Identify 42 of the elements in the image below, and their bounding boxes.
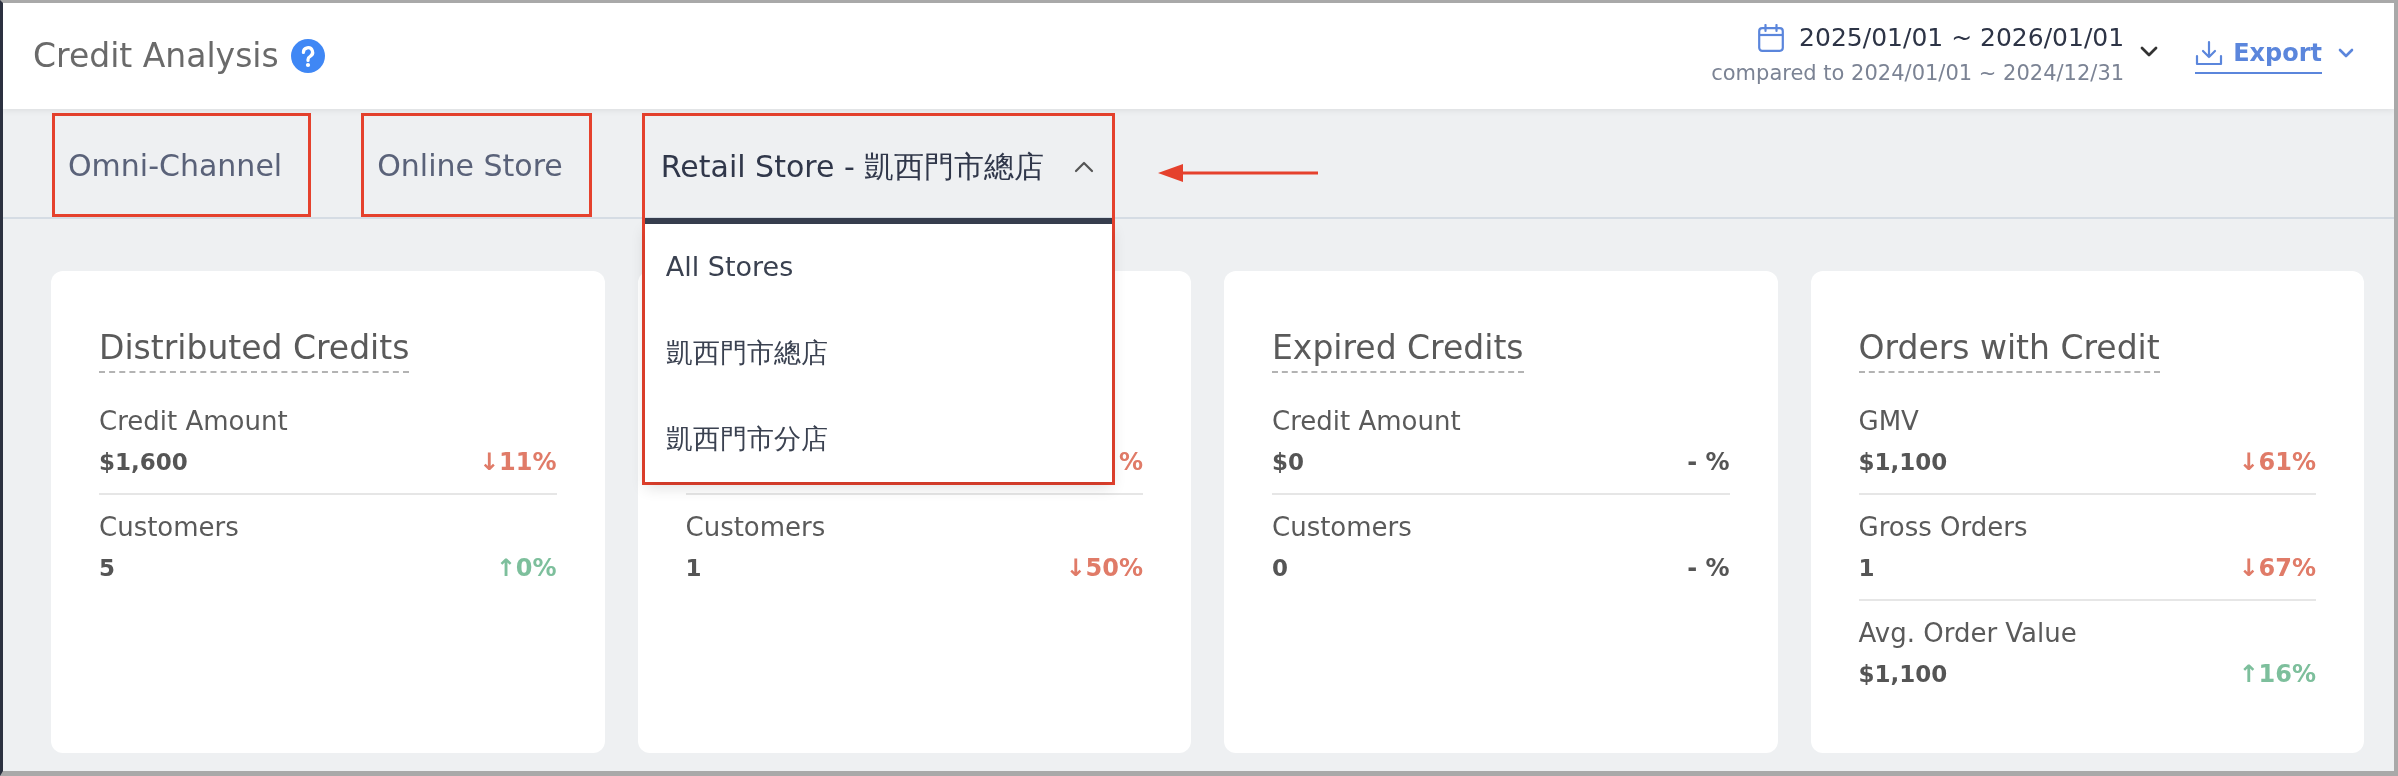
- card-title: Orders with Credit: [1858, 328, 2160, 373]
- chevron-up-icon[interactable]: [1074, 161, 1095, 173]
- metric-value: $1,600: [99, 448, 188, 477]
- metric-value: 0: [1272, 554, 1288, 583]
- change-percent: ↓61%: [2238, 447, 2316, 478]
- metric-value: $1,100: [1858, 448, 1948, 477]
- change-percent: ↓67%: [2238, 553, 2316, 584]
- metric-value: $1,100: [1858, 660, 1948, 689]
- chevron-down-icon[interactable]: [2140, 46, 2159, 58]
- metric-value: 1: [685, 554, 702, 583]
- card-title: Expired Credits: [1272, 328, 1524, 373]
- menu-item[interactable]: All Stores: [644, 224, 1113, 310]
- download-icon: [2195, 40, 2224, 66]
- change-percent: - %: [1687, 447, 1730, 478]
- change-percent: %: [1118, 447, 1143, 478]
- menu-item[interactable]: 凱西門市總店: [644, 310, 1113, 396]
- change-percent: ↑16%: [2238, 659, 2316, 690]
- metric-label: Gross Orders: [1858, 511, 2028, 544]
- tab[interactable]: Omni-Channel: [55, 116, 309, 214]
- metric-label: Avg. Order Value: [1858, 617, 2077, 650]
- date-range[interactable]: 2025/01/01 ~ 2026/01/01: [1799, 20, 2125, 56]
- metric-label: GMV: [1858, 405, 1919, 438]
- change-percent: - %: [1687, 553, 1730, 584]
- comparison-range: compared to 2024/01/01 ~ 2024/12/31: [1711, 60, 2125, 87]
- metric-label: Customers: [685, 511, 826, 544]
- metric-value: 5: [99, 554, 115, 583]
- metric-label: Credit Amount: [1272, 405, 1461, 438]
- metric-label: Customers: [1272, 511, 1412, 544]
- help-icon[interactable]: [290, 39, 325, 73]
- export-button[interactable]: Export: [2195, 38, 2322, 74]
- card-title: Distributed Credits: [99, 328, 410, 373]
- metric-value: 1: [1858, 554, 1875, 583]
- metric-value: $0: [1272, 448, 1304, 477]
- change-percent: ↓11%: [478, 447, 557, 478]
- metric-label: Credit Amount: [99, 405, 288, 438]
- change-percent: ↓50%: [1065, 553, 1143, 584]
- change-percent: ↑0%: [495, 553, 557, 584]
- tab[interactable]: Online Store: [364, 116, 589, 214]
- calendar-icon[interactable]: [1758, 24, 1785, 52]
- page-title: Credit Analysis: [33, 36, 279, 76]
- metric-label: Customers: [99, 511, 239, 544]
- menu-item[interactable]: 凱西門市分店: [644, 396, 1113, 482]
